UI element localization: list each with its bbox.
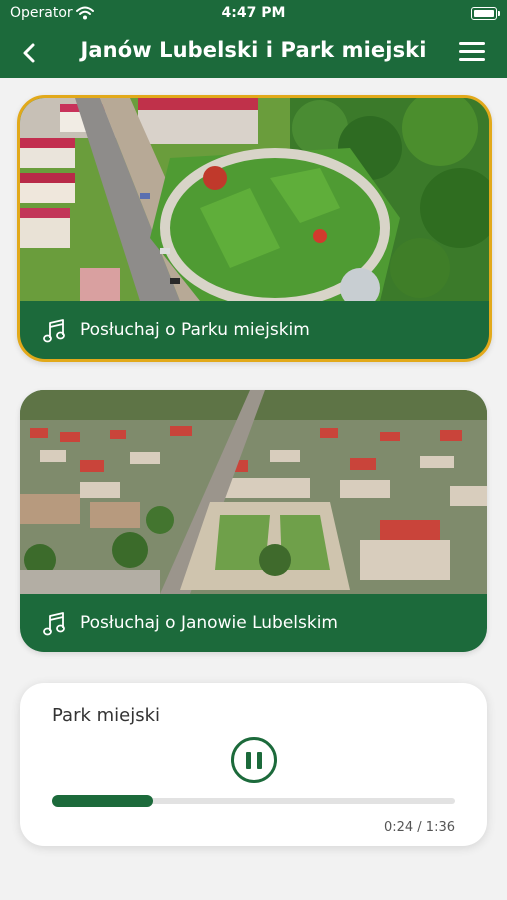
audio-card-park[interactable]: Posłuchaj o Parku miejskim bbox=[17, 95, 492, 362]
card-footer: Posłuchaj o Parku miejskim bbox=[20, 301, 489, 359]
audio-card-janow[interactable]: Posłuchaj o Janowie Lubelskim bbox=[20, 390, 487, 652]
card-label: Posłuchaj o Janowie Lubelskim bbox=[80, 613, 338, 633]
progress-fill bbox=[52, 795, 153, 807]
music-note-icon bbox=[43, 319, 65, 343]
town-aerial-photo bbox=[20, 390, 487, 594]
hamburger-menu-icon[interactable] bbox=[459, 42, 485, 62]
player-track-title: Park miejski bbox=[52, 705, 161, 726]
audio-player: Park miejski 0:24 / 1:36 bbox=[20, 683, 487, 846]
battery-icon bbox=[471, 7, 500, 20]
card-footer: Posłuchaj o Janowie Lubelskim bbox=[20, 594, 487, 652]
music-note-icon bbox=[43, 612, 65, 636]
pause-button[interactable] bbox=[231, 737, 277, 783]
card-label: Posłuchaj o Parku miejskim bbox=[80, 320, 310, 340]
progress-track[interactable] bbox=[52, 795, 455, 807]
playback-time: 0:24 / 1:36 bbox=[383, 820, 455, 835]
clock: 4:47 PM bbox=[221, 5, 286, 21]
navigation-bar: Janów Lubelski i Park miejski bbox=[0, 28, 507, 78]
page-title: Janów Lubelski i Park miejski bbox=[80, 38, 427, 62]
park-aerial-photo bbox=[20, 98, 489, 301]
status-bar: Operator 4:47 PM bbox=[0, 0, 507, 28]
